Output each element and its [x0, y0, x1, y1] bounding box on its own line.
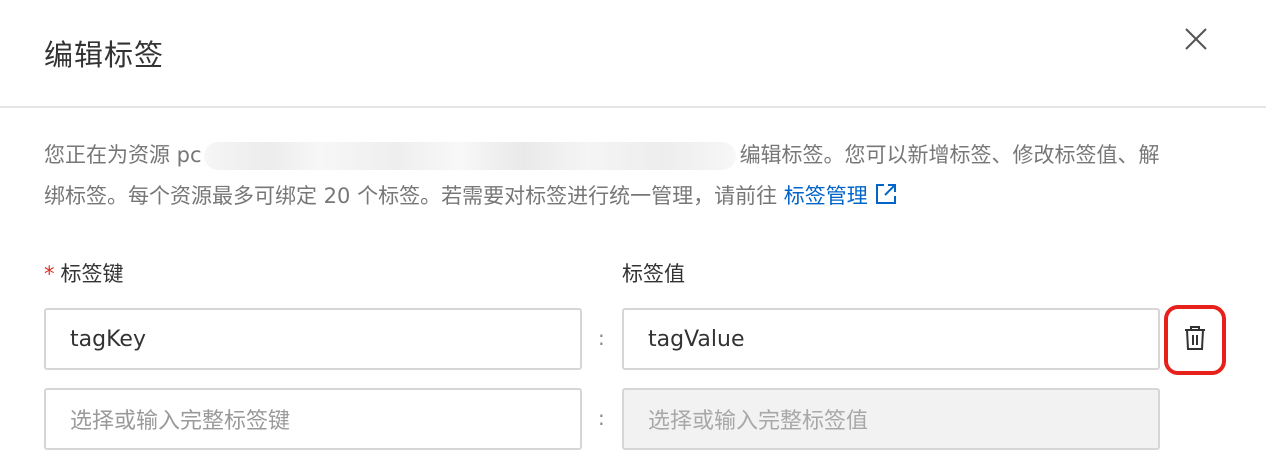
dialog-header: 编辑标签	[0, 0, 1266, 108]
tag-value-value: tagValue	[648, 326, 745, 352]
new-tag-key-placeholder: 选择或输入完整标签键	[70, 409, 291, 434]
close-icon[interactable]	[1181, 24, 1211, 54]
tag-value-label: 标签值	[622, 262, 685, 286]
new-tag-value-input[interactable]: 选择或输入完整标签值	[622, 388, 1160, 450]
description-line2: 绑标签。每个资源最多可绑定 20 个标签。若需要对标签进行统一管理，请前往	[44, 184, 778, 208]
new-tag-key-input[interactable]: 选择或输入完整标签键	[44, 388, 582, 450]
trash-icon	[1183, 325, 1207, 355]
tag-value-input[interactable]: tagValue	[622, 308, 1160, 370]
key-value-separator-2: :	[598, 406, 605, 430]
description-after-resource: 编辑标签。您可以新增标签、修改标签值、解	[739, 143, 1160, 167]
tag-management-link[interactable]: 标签管理	[784, 184, 898, 208]
dialog-title: 编辑标签	[44, 38, 165, 72]
delete-tag-button[interactable]	[1164, 305, 1226, 375]
required-mark: *	[44, 262, 55, 286]
description-prefix: 您正在为资源 pc	[44, 143, 202, 167]
new-tag-value-placeholder: 选择或输入完整标签值	[648, 409, 869, 434]
key-value-separator: :	[598, 326, 605, 350]
tag-key-label-text: 标签键	[60, 262, 124, 286]
external-link-icon	[874, 179, 898, 220]
masked-resource-id	[203, 142, 736, 170]
tag-key-input[interactable]: tagKey	[44, 308, 582, 370]
tag-key-value: tagKey	[70, 326, 146, 352]
dialog-description: 您正在为资源 pc 编辑标签。您可以新增标签、修改标签值、解 绑标签。每个资源最多…	[44, 135, 1244, 220]
tag-management-link-text: 标签管理	[783, 184, 868, 208]
tag-key-label: * 标签键	[44, 258, 124, 288]
